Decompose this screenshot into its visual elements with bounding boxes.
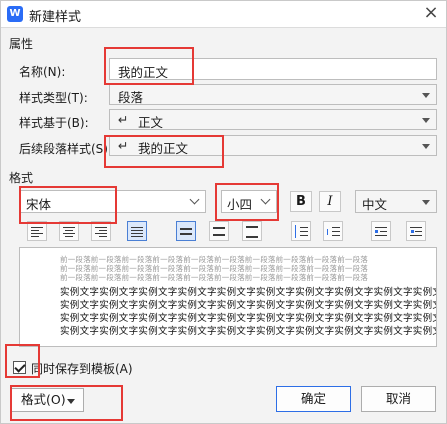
font-value: 宋体	[26, 197, 52, 212]
language-value: 中文	[362, 197, 388, 212]
decrease-indent-icon[interactable]	[371, 221, 391, 241]
preview-sample-text: 实例文字实例文字实例文字实例文字实例文字实例文字实例文字实例文字实例文字实例文字	[60, 326, 437, 337]
style-type-select[interactable]: 段落	[109, 84, 437, 105]
decrease-paragraph-spacing-icon[interactable]	[323, 221, 343, 241]
style-type-label: 样式类型(T):	[19, 91, 88, 105]
format-menu-button[interactable]: 格式(O)	[11, 388, 84, 412]
wps-app-icon: W	[7, 6, 23, 22]
font-size-value: 小四	[227, 197, 253, 212]
align-center-icon[interactable]	[59, 221, 79, 241]
properties-section-label: 属性	[9, 37, 34, 51]
new-style-dialog: W 新建样式 × 属性 名称(N): 我的正文 样式类型(T): 段落 样式基于…	[0, 0, 447, 424]
italic-button[interactable]: I	[319, 191, 341, 212]
chevron-down-icon	[260, 194, 271, 205]
increase-indent-icon[interactable]	[406, 221, 426, 241]
font-select[interactable]: 宋体	[19, 190, 206, 213]
align-left-icon[interactable]	[27, 221, 47, 241]
preview-previous-paragraph: 前一段落前一段落前一段落前一段落前一段落前一段落前一段落前一段落前一段落前一段落	[60, 273, 368, 282]
single-spacing-icon[interactable]	[176, 221, 196, 241]
close-icon[interactable]: ×	[422, 4, 440, 22]
double-spacing-icon[interactable]	[242, 221, 262, 241]
next-style-select[interactable]: ↵ 我的正文	[109, 135, 437, 156]
preview-sample-text: 实例文字实例文字实例文字实例文字实例文字实例文字实例文字实例文字实例文字实例文字	[60, 287, 437, 298]
window-title: 新建样式	[29, 10, 82, 25]
preview-sample-text: 实例文字实例文字实例文字实例文字实例文字实例文字实例文字实例文字实例文字实例文字	[60, 300, 437, 311]
dropdown-arrow-icon	[422, 200, 430, 205]
one-half-spacing-icon[interactable]	[209, 221, 229, 241]
cancel-button[interactable]: 取消	[361, 386, 436, 412]
based-on-label: 样式基于(B):	[19, 116, 89, 130]
dropdown-arrow-icon	[422, 118, 430, 123]
dropdown-arrow-icon	[422, 93, 430, 98]
paragraph-mark-icon: ↵	[118, 112, 129, 127]
next-style-value: 我的正文	[138, 141, 189, 156]
save-to-template-checkbox[interactable]	[13, 361, 26, 374]
caret-down-icon	[67, 399, 75, 404]
preview-sample-text: 实例文字实例文字实例文字实例文字实例文字实例文字实例文字实例文字实例文字实例文字	[60, 313, 437, 324]
title-bar: W 新建样式 ×	[1, 1, 446, 28]
chevron-down-icon	[189, 194, 200, 205]
align-right-icon[interactable]	[91, 221, 111, 241]
increase-paragraph-spacing-icon[interactable]	[291, 221, 311, 241]
style-name-value: 我的正文	[118, 65, 169, 80]
language-select[interactable]: 中文	[355, 190, 437, 213]
align-justify-icon[interactable]	[127, 221, 147, 241]
name-label: 名称(N):	[19, 65, 66, 79]
next-style-label: 后续段落样式(S):	[19, 142, 113, 156]
bold-button[interactable]: B	[290, 191, 312, 212]
save-to-template-label[interactable]: 同时保存到模板(A)	[31, 360, 133, 377]
dropdown-arrow-icon	[422, 144, 430, 149]
based-on-select[interactable]: ↵ 正文	[109, 109, 437, 130]
style-preview: 前一段落前一段落前一段落前一段落前一段落前一段落前一段落前一段落前一段落前一段落…	[19, 247, 437, 347]
style-name-input[interactable]: 我的正文	[109, 58, 437, 80]
based-on-value: 正文	[138, 115, 164, 130]
paragraph-mark-icon: ↵	[118, 138, 129, 153]
format-section-label: 格式	[9, 171, 34, 185]
ok-button[interactable]: 确定	[276, 386, 351, 412]
format-button-label: 格式(O)	[21, 392, 66, 407]
style-type-value: 段落	[118, 90, 144, 105]
checkmark-icon	[14, 361, 26, 373]
font-size-select[interactable]: 小四	[221, 190, 277, 213]
